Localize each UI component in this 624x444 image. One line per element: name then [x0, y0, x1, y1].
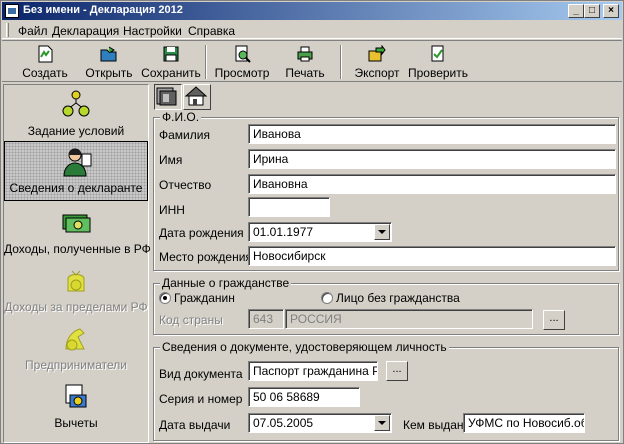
deductions-icon	[65, 384, 87, 408]
preview-button[interactable]: Просмотр	[212, 43, 272, 81]
citizenship-group-title: Данные о гражданстве	[160, 276, 292, 290]
citizen-radio-label[interactable]: Гражданин	[174, 291, 235, 305]
citizen-radio[interactable]	[159, 292, 171, 304]
income-rf-icon	[62, 214, 91, 233]
save-button[interactable]: Сохранить	[140, 43, 202, 81]
fio-group-title: Ф.И.О.	[160, 110, 202, 124]
inn-label: ИНН	[159, 203, 185, 217]
patronymic-field[interactable]: Ивановна	[248, 174, 616, 194]
title-bar[interactable]: Без имени - Декларация 2012 _ □ ×	[2, 2, 622, 20]
country-code-field[interactable]: 643	[248, 309, 284, 329]
inn-field[interactable]	[248, 197, 330, 217]
nav-item-income-abroad[interactable]: Доходы за пределами РФ	[4, 261, 148, 321]
birthplace-field[interactable]: Новосибирск	[248, 246, 616, 266]
issue-date-value: 07.05.2005	[253, 416, 314, 430]
app-window: Без имени - Декларация 2012 _ □ × Файл Д…	[0, 0, 624, 444]
maximize-button[interactable]: □	[584, 4, 600, 18]
stateless-radio-label[interactable]: Лицо без гражданства	[336, 291, 460, 305]
menu-settings[interactable]: Настройки	[123, 24, 182, 38]
birthdate-dropdown-button[interactable]	[374, 224, 390, 240]
nav-item-declarant[interactable]: Сведения о декларанте	[4, 141, 148, 201]
issue-date-combo[interactable]: 07.05.2005	[248, 413, 392, 433]
declarant-icon	[63, 148, 92, 177]
nav-item-conditions[interactable]: Задание условий	[4, 85, 148, 145]
name-label: Имя	[159, 153, 183, 167]
issue-date-label: Дата выдачи	[159, 418, 231, 432]
address-tab-button[interactable]	[183, 84, 211, 110]
doc-type-label: Вид документа	[159, 367, 243, 381]
open-button[interactable]: Открыть	[84, 43, 134, 81]
country-code-label: Код страны	[159, 313, 223, 327]
new-document-icon	[38, 45, 53, 63]
issued-by-field[interactable]: УФМС по Новосиб.обл.	[463, 413, 585, 433]
open-folder-icon	[100, 46, 117, 62]
income-abroad-icon	[67, 270, 85, 292]
minimize-button[interactable]: _	[568, 4, 584, 18]
doc-number-label: Серия и номер	[159, 392, 243, 406]
preview-icon	[235, 45, 251, 63]
menu-grip	[6, 23, 9, 37]
house-icon	[184, 86, 208, 106]
print-button[interactable]: Печать	[282, 43, 328, 81]
app-icon	[5, 4, 19, 18]
doc-type-field[interactable]: Паспорт гражданина РФ	[248, 361, 378, 381]
nav-item-deductions[interactable]: Вычеты	[4, 377, 148, 437]
menu-declaration[interactable]: Декларация	[52, 24, 119, 38]
window-title: Без имени - Декларация 2012	[23, 4, 183, 16]
create-button[interactable]: Создать	[20, 43, 70, 81]
birthplace-label: Место рождения	[159, 250, 252, 264]
country-browse-button[interactable]: ...	[543, 310, 565, 330]
conditions-icon	[62, 90, 90, 117]
toolbar: Создать Открыть Сохранить Просмотр Печат…	[2, 40, 622, 82]
surname-field[interactable]: Иванова	[248, 124, 616, 144]
person-card-icon	[156, 87, 177, 106]
menu-bar: Файл Декларация Настройки Справка	[2, 21, 622, 39]
document-group-title: Сведения о документе, удостоверяющем лич…	[160, 340, 449, 354]
printer-icon	[297, 46, 313, 62]
toolbar-separator	[340, 45, 342, 79]
name-field[interactable]: Ирина	[248, 149, 616, 169]
nav-item-income-rf[interactable]: Доходы, полученные в РФ	[4, 203, 151, 263]
doc-type-browse-button[interactable]: ...	[386, 361, 408, 381]
toolbar-separator	[205, 45, 207, 79]
nav-item-entrepreneurs[interactable]: Предприниматели	[4, 319, 148, 379]
export-button[interactable]: Экспорт	[352, 43, 402, 81]
left-nav-panel: Задание условий Сведения о декларанте До…	[3, 84, 151, 443]
birthdate-value: 01.01.1977	[253, 225, 314, 239]
birthdate-label: Дата рождения	[159, 226, 244, 240]
entrepreneurs-icon	[65, 328, 85, 351]
issued-by-label: Кем выдан	[403, 418, 464, 432]
menu-help[interactable]: Справка	[188, 24, 235, 38]
menu-file[interactable]: Файл	[18, 24, 48, 38]
person-tab-button[interactable]	[154, 84, 182, 110]
check-button[interactable]: Проверить	[408, 43, 468, 81]
issue-date-dropdown-button[interactable]	[374, 415, 390, 431]
check-icon	[431, 45, 444, 62]
doc-number-field[interactable]: 50 06 58689	[248, 387, 360, 407]
export-icon	[368, 45, 386, 62]
patronymic-label: Отчество	[159, 178, 212, 192]
surname-label: Фамилия	[159, 128, 210, 142]
save-disk-icon	[163, 46, 179, 62]
close-button[interactable]: ×	[603, 4, 619, 18]
stateless-radio[interactable]	[321, 292, 333, 304]
issued-by-value: УФМС по Новосиб.обл.	[468, 416, 585, 430]
country-name-field[interactable]: РОССИЯ	[285, 309, 533, 329]
birthdate-combo[interactable]: 01.01.1977	[248, 222, 392, 242]
